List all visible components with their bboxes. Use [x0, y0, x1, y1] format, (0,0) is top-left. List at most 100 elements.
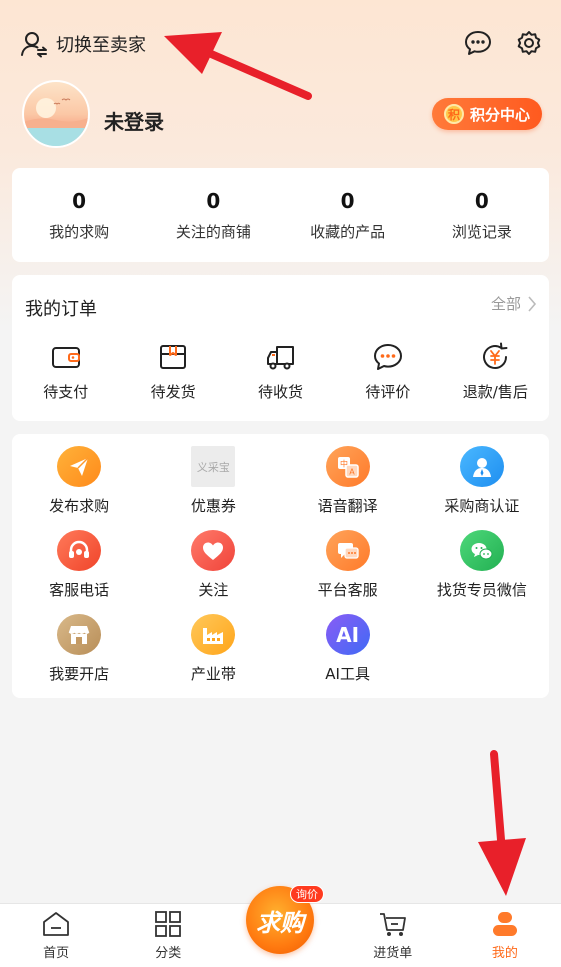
- settings-button[interactable]: [514, 28, 544, 58]
- stat-followed-shops[interactable]: 0 关注的商铺: [146, 168, 280, 262]
- svg-text:中: 中: [340, 458, 348, 468]
- points-coin-icon: 积: [443, 104, 464, 124]
- stat-label: 关注的商铺: [175, 222, 251, 241]
- top-header: 切换至卖家: [0, 24, 561, 64]
- grid-icon: [155, 911, 182, 937]
- order-label: 退款/售后: [462, 383, 528, 401]
- nav-home[interactable]: 首页: [0, 904, 112, 967]
- tool-label: 发布求购: [49, 497, 110, 515]
- profile-icon: [492, 912, 517, 936]
- stat-value: 0: [72, 188, 87, 213]
- headset-icon: [57, 530, 102, 571]
- tool-buyer-verification[interactable]: 采购商认证: [415, 446, 549, 516]
- gear-icon: [517, 31, 541, 55]
- nav-label: 进货单: [373, 946, 413, 961]
- stat-value: 0: [340, 188, 355, 213]
- coupon-placeholder-text: 义采宝: [196, 460, 230, 474]
- points-center-button[interactable]: 积 积分中心: [432, 98, 542, 130]
- switch-to-seller-label: 切换至卖家: [56, 35, 146, 56]
- tool-label: 客服电话: [49, 581, 110, 599]
- order-refund-aftersales[interactable]: 退款/售后: [442, 341, 549, 402]
- annotation-arrow-bottom: [478, 750, 526, 896]
- tool-label: 语音翻译: [317, 497, 378, 515]
- heart-icon: [191, 530, 236, 571]
- order-pending-receipt[interactable]: 待收货: [227, 341, 334, 402]
- wechat-icon: [459, 530, 504, 571]
- ai-icon: AI: [325, 614, 370, 655]
- tool-label: 产业带: [190, 665, 236, 683]
- package-icon: [160, 345, 187, 369]
- order-label: 待发货: [150, 383, 196, 401]
- order-label: 待收货: [258, 383, 304, 401]
- orders-card: 我的订单 全部 待支付 待发货 待收货 待评价 退款/售后: [12, 275, 549, 421]
- points-center-label: 积分中心: [469, 105, 530, 124]
- home-icon: [43, 912, 69, 936]
- cart-icon: [379, 913, 406, 936]
- truck-icon: [266, 346, 294, 370]
- tool-label: 关注: [198, 581, 229, 599]
- nav-cart[interactable]: 进货单: [337, 904, 449, 967]
- order-label: 待评价: [365, 383, 411, 401]
- view-all-label: 全部: [490, 295, 521, 313]
- user-badge-icon: [459, 446, 504, 487]
- order-pending-review[interactable]: 待评价: [334, 341, 441, 402]
- tool-platform-service[interactable]: 平台客服: [281, 530, 415, 600]
- tool-open-shop[interactable]: 我要开店: [12, 614, 146, 684]
- comment-icon: [373, 344, 402, 370]
- coupon-placeholder-icon: 义采宝: [191, 446, 236, 487]
- tool-label: 我要开店: [49, 665, 110, 683]
- inquiry-badge: 询价: [290, 885, 324, 903]
- order-label: 待支付: [43, 383, 89, 401]
- stat-browse-history[interactable]: 0 浏览记录: [415, 168, 549, 262]
- tools-grid: 发布求购 义采宝 优惠券 中A 语音翻译 采购商认证 客服电话 关注 平台客服 …: [12, 446, 549, 684]
- tool-ai-tools[interactable]: AI AI工具: [281, 614, 415, 684]
- switch-to-seller-button[interactable]: 切换至卖家: [20, 28, 146, 60]
- nav-label: 首页: [43, 946, 70, 961]
- chat-icon: [325, 530, 370, 571]
- stat-value: 0: [206, 188, 221, 213]
- tool-coupon[interactable]: 义采宝 优惠券: [146, 446, 280, 516]
- stat-my-requests[interactable]: 0 我的求购: [12, 168, 146, 262]
- center-button-label: 求购: [256, 908, 304, 937]
- stat-value: 0: [474, 188, 489, 213]
- tool-industry-belt[interactable]: 产业带: [146, 614, 280, 684]
- tool-voice-translate[interactable]: 中A 语音翻译: [281, 446, 415, 516]
- wallet-icon: [51, 347, 80, 368]
- tool-label: 优惠券: [190, 497, 236, 515]
- tool-post-request[interactable]: 发布求购: [12, 446, 146, 516]
- stats-card: 0 我的求购 0 关注的商铺 0 收藏的产品 0 浏览记录: [12, 168, 549, 262]
- factory-icon: [191, 614, 236, 655]
- chevron-right-icon: [528, 295, 537, 312]
- messages-button[interactable]: [463, 28, 493, 58]
- tool-label: 平台客服: [317, 581, 378, 599]
- ai-icon-text: AI: [336, 622, 360, 647]
- tool-service-phone[interactable]: 客服电话: [12, 530, 146, 600]
- switch-user-icon: [21, 32, 47, 58]
- stat-favorite-products[interactable]: 0 收藏的产品: [281, 168, 415, 262]
- paper-plane-icon: [57, 446, 102, 487]
- tools-card: 发布求购 义采宝 优惠券 中A 语音翻译 采购商认证 客服电话 关注 平台客服 …: [12, 434, 549, 698]
- shop-icon: [57, 614, 102, 655]
- nav-mine[interactable]: 我的: [449, 904, 561, 967]
- orders-title: 我的订单: [25, 299, 97, 320]
- nav-label: 分类: [155, 946, 182, 961]
- chat-bubble-icon: [465, 31, 491, 55]
- tool-label: AI工具: [325, 665, 370, 683]
- view-all-orders-link[interactable]: 全部: [491, 293, 537, 314]
- translate-icon: 中A: [325, 446, 370, 487]
- tool-follow[interactable]: 关注: [146, 530, 280, 600]
- orders-row: 待支付 待发货 待收货 待评价 退款/售后: [12, 341, 549, 402]
- tool-label: 采购商认证: [444, 497, 520, 515]
- order-pending-payment[interactable]: 待支付: [12, 341, 119, 402]
- username[interactable]: 未登录: [104, 106, 164, 135]
- avatar[interactable]: [22, 80, 90, 148]
- tool-sourcing-wechat[interactable]: 找货专员微信: [415, 530, 549, 600]
- nav-category[interactable]: 分类: [112, 904, 224, 967]
- sunset-avatar-image: [24, 98, 88, 146]
- order-pending-shipment[interactable]: 待发货: [119, 341, 226, 402]
- svg-text:A: A: [349, 467, 355, 476]
- refund-icon: [483, 342, 508, 369]
- stat-label: 收藏的产品: [310, 222, 386, 241]
- tool-label: 找货专员微信: [436, 581, 527, 599]
- nav-label: 我的: [491, 946, 518, 961]
